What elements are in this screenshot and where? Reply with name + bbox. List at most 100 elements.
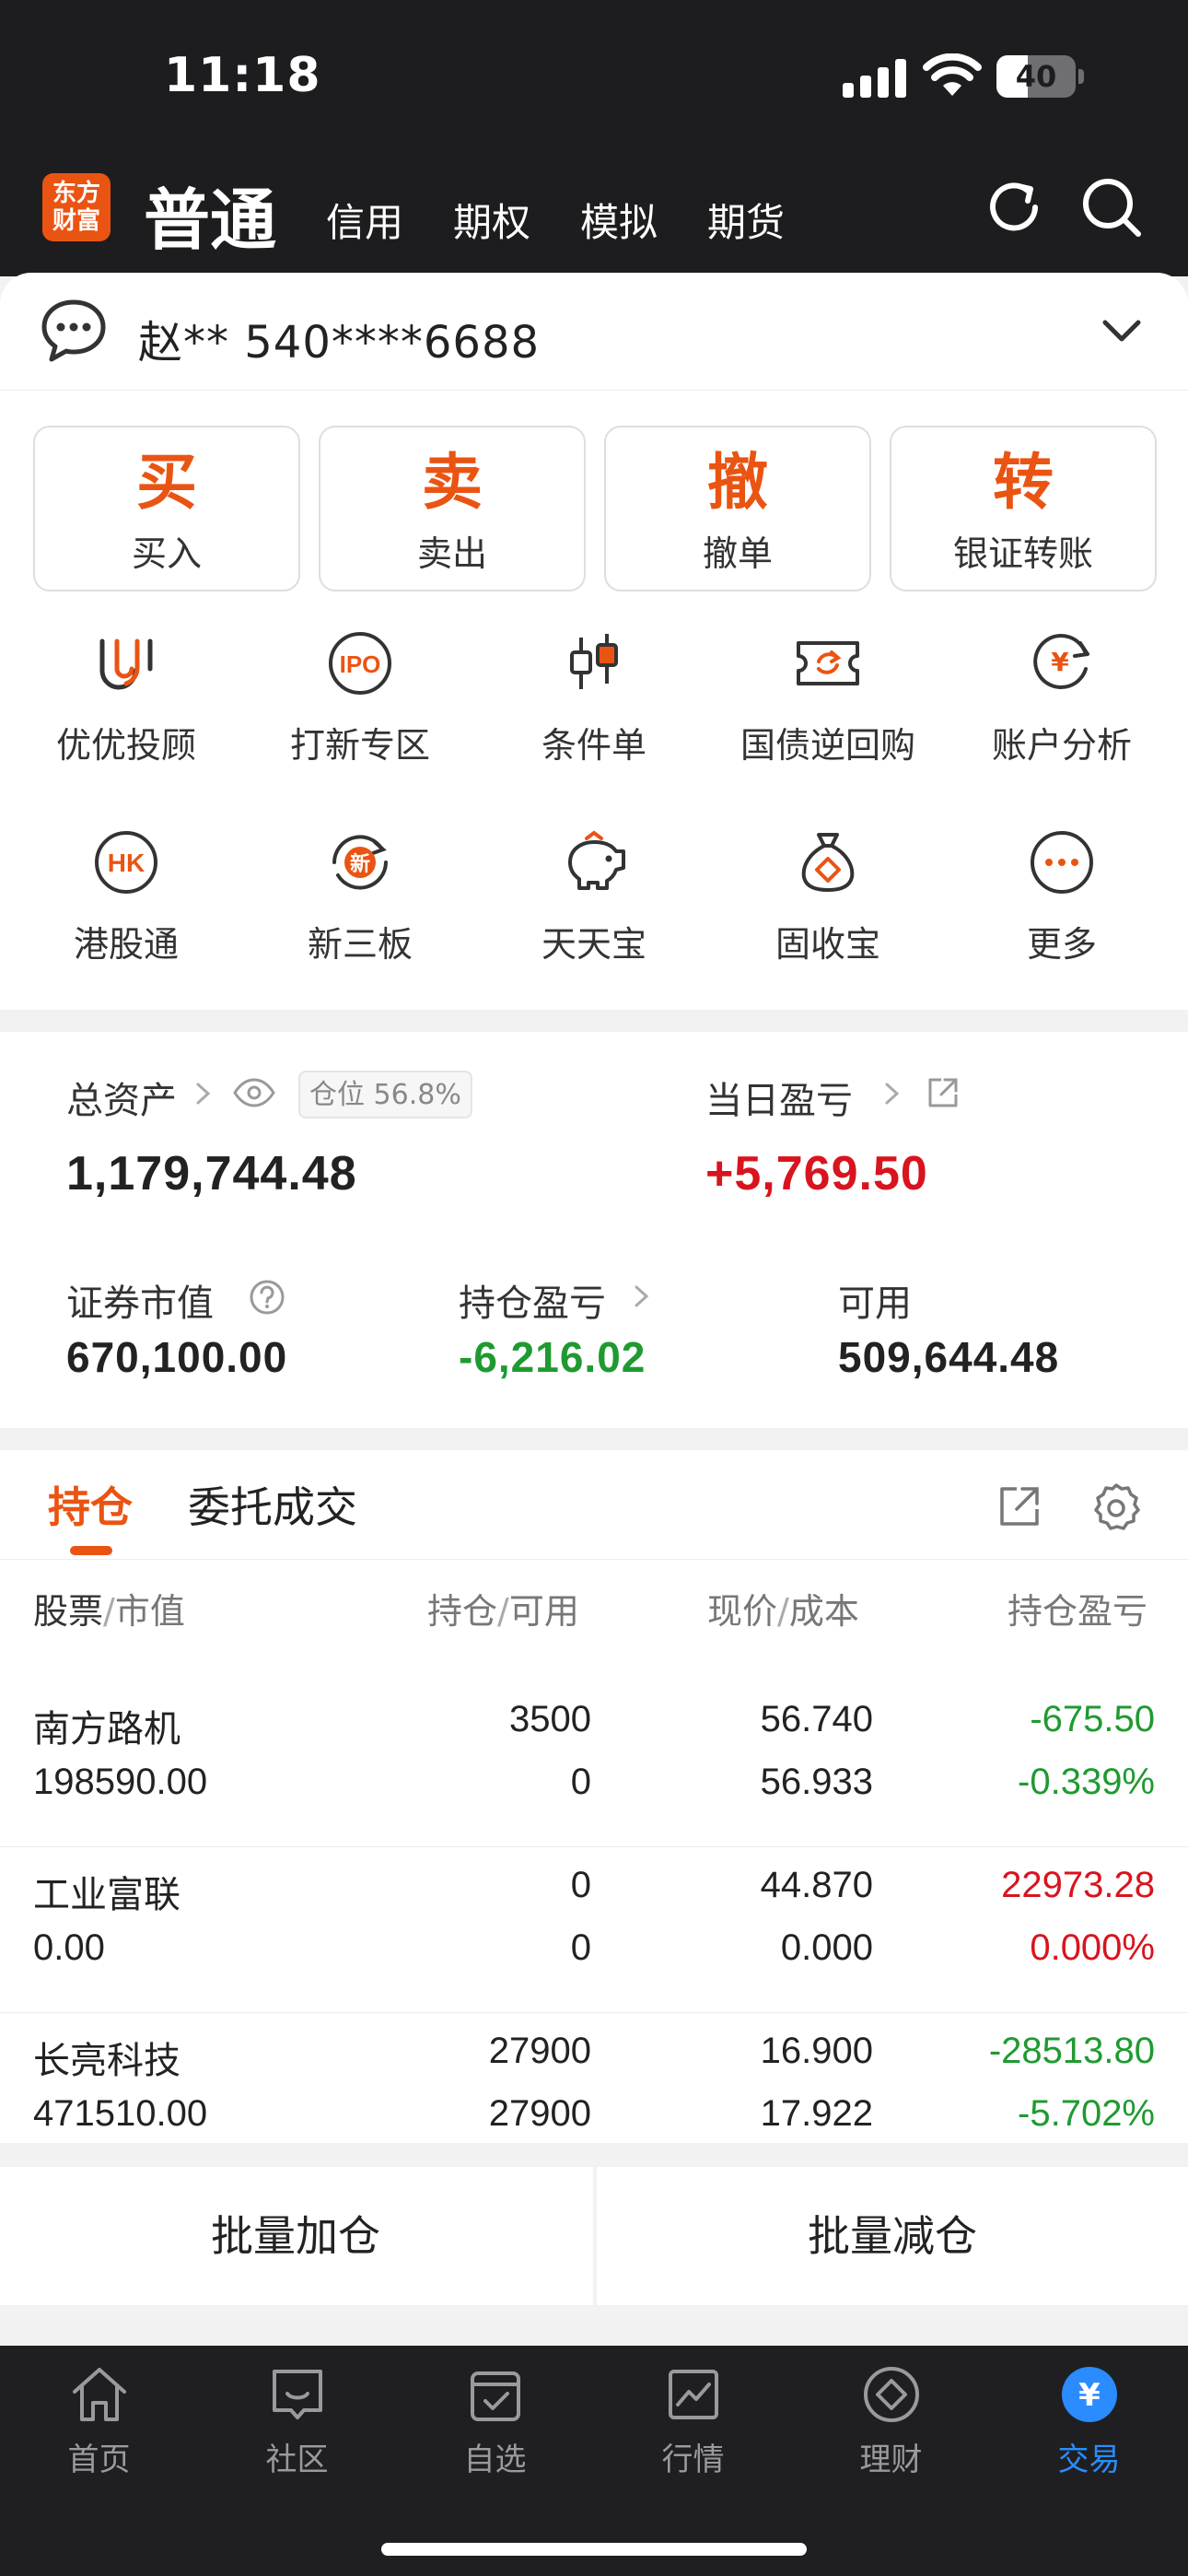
header-pl-text: 持仓盈亏 bbox=[1007, 1591, 1148, 1632]
shortcut-label: 优优投顾 bbox=[55, 725, 196, 766]
shortcut-uu-advisor[interactable]: 优优投顾 bbox=[9, 626, 243, 774]
shortcut-ipo[interactable]: IPO 打新专区 bbox=[243, 626, 477, 774]
total-assets-value: 1,179,744.48 bbox=[66, 1147, 357, 1200]
market-value: 0.00 bbox=[33, 1927, 105, 1968]
mode-tab-credit[interactable]: 信用 bbox=[326, 192, 403, 248]
shortcut-repo[interactable]: 国债逆回购 bbox=[711, 626, 945, 774]
position-qty: 0 bbox=[570, 1865, 591, 1905]
home-icon bbox=[72, 2368, 126, 2421]
svg-text:IPO: IPO bbox=[340, 650, 381, 678]
svg-text:¥: ¥ bbox=[1051, 647, 1069, 677]
top-header: 11:18 40 东方 财富 普通 信用 期权 模拟 期货 bbox=[0, 0, 1188, 276]
available-value: 509,644.48 bbox=[838, 1333, 1060, 1381]
tab-orders-trades[interactable]: 委托成交 bbox=[188, 1474, 357, 1535]
shortcut-tiantianbao[interactable]: 天天宝 bbox=[477, 825, 711, 973]
mode-tab-normal[interactable]: 普通 bbox=[144, 166, 276, 263]
tab-holdings[interactable]: 持仓 bbox=[48, 1474, 133, 1535]
tab-label: 理财 bbox=[859, 2441, 923, 2478]
table-row[interactable]: 长亮科技 471510.00 27900 27900 16.900 17.922 -2851… bbox=[0, 2012, 1188, 2178]
header-price-cost[interactable]: 现价/成本 bbox=[707, 1583, 859, 1633]
total-assets-label[interactable]: 总资产 bbox=[66, 1071, 177, 1124]
uu-advisor-icon bbox=[99, 638, 153, 690]
account-id: 赵** 540****6688 bbox=[138, 317, 541, 369]
stock-name: 长亮科技 bbox=[33, 2040, 181, 2082]
logo-text-line: 财富 bbox=[52, 207, 100, 235]
search-icon[interactable] bbox=[1079, 175, 1144, 240]
daily-pl-label[interactable]: 当日盈亏 bbox=[705, 1071, 853, 1124]
trade-icon: ¥ bbox=[1061, 2367, 1117, 2422]
holding-pl-pct: -5.702% bbox=[1018, 2093, 1155, 2134]
buy-label: 买入 bbox=[131, 533, 202, 574]
account-selector[interactable]: 赵** 540****6688 bbox=[0, 273, 1188, 391]
shortcut-new-third-board[interactable]: 新 新三板 bbox=[243, 825, 477, 973]
cancel-order-button[interactable]: 撤 撤单 bbox=[604, 426, 871, 591]
tab-trade[interactable]: ¥ 交易 bbox=[990, 2362, 1188, 2479]
header-stock-value[interactable]: 股票/市值 bbox=[33, 1583, 185, 1633]
holding-pl: 22973.28 bbox=[1001, 1865, 1155, 1905]
shortcut-account-analysis[interactable]: ¥ 账户分析 bbox=[945, 626, 1179, 774]
money-bag-icon bbox=[801, 833, 855, 893]
mode-tab-options[interactable]: 期权 bbox=[453, 192, 530, 248]
wealth-icon bbox=[863, 2367, 919, 2422]
market-icon bbox=[668, 2370, 718, 2419]
ipo-icon: IPO bbox=[329, 632, 391, 695]
shortcut-label: 固收宝 bbox=[775, 924, 880, 965]
holding-pl: -28513.80 bbox=[988, 2031, 1155, 2071]
tab-watchlist[interactable]: 自选 bbox=[396, 2362, 594, 2479]
active-tab-indicator bbox=[70, 1546, 112, 1555]
sell-button[interactable]: 卖 卖出 bbox=[319, 426, 586, 591]
piggy-bank-icon bbox=[568, 830, 625, 890]
header-position: 持仓 bbox=[427, 1591, 498, 1632]
table-row[interactable]: 工业富联 0.00 0 0 44.870 0.000 22973.28 0.000% bbox=[0, 1846, 1188, 2012]
holding-pl-label[interactable]: 持仓盈亏 bbox=[459, 1273, 606, 1327]
tab-label: 行情 bbox=[661, 2441, 725, 2478]
shortcut-more[interactable]: 更多 bbox=[945, 825, 1179, 973]
current-price: 44.870 bbox=[760, 1865, 873, 1905]
tab-home[interactable]: 首页 bbox=[0, 2362, 198, 2479]
chevron-down-icon[interactable] bbox=[1101, 315, 1142, 348]
header-stock: 股票 bbox=[33, 1591, 104, 1632]
mode-tab-simulated[interactable]: 模拟 bbox=[580, 192, 658, 248]
mode-tab-futures[interactable]: 期货 bbox=[707, 192, 785, 248]
shortcut-label: 天天宝 bbox=[541, 924, 646, 965]
wifi-icon bbox=[923, 53, 982, 96]
refresh-icon[interactable] bbox=[982, 175, 1046, 240]
gear-icon[interactable] bbox=[1090, 1481, 1142, 1533]
market-value: 471510.00 bbox=[33, 2093, 208, 2134]
batch-reduce-button[interactable]: 批量减仓 bbox=[597, 2167, 1188, 2305]
help-icon[interactable] bbox=[249, 1279, 285, 1316]
chevron-right-icon bbox=[196, 1083, 211, 1105]
cost-price: 17.922 bbox=[760, 2093, 873, 2134]
buy-button[interactable]: 买 买入 bbox=[33, 426, 300, 591]
header-position-available[interactable]: 持仓/可用 bbox=[427, 1583, 579, 1633]
holdings-panel: 持仓 委托成交 股票/市值 持仓/可用 现价/成本 持仓盈亏 南方路机 19859… bbox=[0, 1450, 1188, 2143]
position-qty: 27900 bbox=[488, 2031, 591, 2071]
tab-community[interactable]: 社区 bbox=[198, 2362, 396, 2479]
new-board-icon: 新 bbox=[332, 835, 388, 890]
watchlist-icon bbox=[470, 2371, 520, 2421]
share-icon[interactable] bbox=[996, 1483, 1042, 1529]
shortcut-hk-connect[interactable]: HK 港股通 bbox=[9, 825, 243, 973]
svg-text:HK: HK bbox=[108, 849, 145, 877]
chevron-right-icon bbox=[885, 1083, 900, 1105]
transfer-glyph: 转 bbox=[993, 447, 1054, 518]
holding-pl-value: -6,216.02 bbox=[459, 1333, 646, 1381]
bank-transfer-button[interactable]: 转 银证转账 bbox=[890, 426, 1157, 591]
header-value: 市值 bbox=[114, 1591, 185, 1632]
table-row[interactable]: 南方路机 198590.00 3500 0 56.740 56.933 -675.50 -0.… bbox=[0, 1680, 1188, 1846]
available-label: 可用 bbox=[838, 1282, 912, 1325]
app-logo: 东方 财富 bbox=[42, 173, 111, 241]
header-pl[interactable]: 持仓盈亏 bbox=[1007, 1583, 1155, 1633]
tab-label: 首页 bbox=[67, 2441, 131, 2478]
batch-actions: 批量加仓 批量减仓 bbox=[0, 2167, 1188, 2305]
tab-wealth[interactable]: 理财 bbox=[792, 2362, 990, 2479]
eye-icon[interactable] bbox=[232, 1078, 276, 1107]
shortcut-gushoubao[interactable]: 固收宝 bbox=[711, 825, 945, 973]
status-time: 11:18 bbox=[164, 48, 321, 103]
batch-add-button[interactable]: 批量加仓 bbox=[0, 2167, 591, 2305]
cancel-glyph: 撤 bbox=[707, 447, 768, 518]
external-link-icon[interactable] bbox=[926, 1076, 960, 1109]
tab-label: 自选 bbox=[463, 2441, 527, 2478]
shortcut-conditional-order[interactable]: 条件单 bbox=[477, 626, 711, 774]
tab-market[interactable]: 行情 bbox=[594, 2362, 792, 2479]
